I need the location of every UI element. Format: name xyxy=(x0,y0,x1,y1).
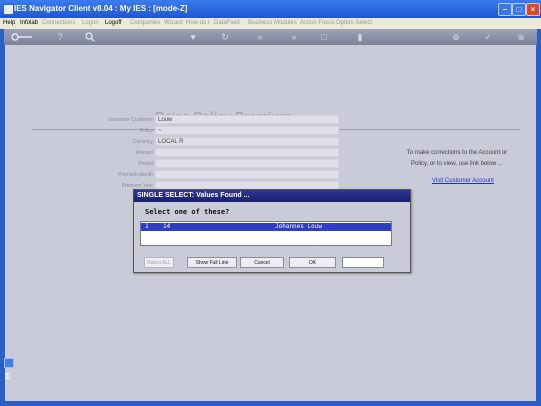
period-field[interactable] xyxy=(155,159,339,168)
side-icons: E xyxy=(4,358,14,382)
policy-field[interactable]: ~ xyxy=(155,126,339,135)
maximize-icon[interactable]: □ xyxy=(512,3,526,16)
field-label-amount: Amount xyxy=(135,150,153,156)
toolbar: ? ♥ ↻ « » □ ▮ ⊕ ✓ ⊗ xyxy=(4,29,537,45)
list-item-name: Johannes Louw xyxy=(275,223,322,230)
note-line-2: Policy, or to view, use link below ... xyxy=(411,161,503,167)
menu-how-do-i[interactable]: How do I xyxy=(186,18,210,29)
cancel-button[interactable]: Cancel xyxy=(240,257,284,268)
heart-icon[interactable]: ♥ xyxy=(187,31,199,43)
close-icon[interactable]: ⊗ xyxy=(515,31,527,43)
window-title: IES Navigator Client v8.04 : My IES : [m… xyxy=(14,4,188,13)
menu-bar: Help Infolab Connections Logon Logoff Co… xyxy=(0,18,541,29)
single-select-dialog: SINGLE SELECT: Values Found ... Select o… xyxy=(133,189,411,273)
list-item[interactable]: 1 14 Johannes Louw xyxy=(141,223,391,231)
menu-companies[interactable]: Companies xyxy=(130,18,160,29)
dialog-prompt: Select one of these? xyxy=(145,208,230,216)
options-icon[interactable]: ▮ xyxy=(354,31,366,43)
amount-field[interactable] xyxy=(155,148,339,157)
app-icon xyxy=(3,4,14,15)
back-icon[interactable]: « xyxy=(254,31,266,43)
check-icon[interactable]: ✓ xyxy=(482,31,494,43)
visit-customer-account-link[interactable]: Visit Customer Account xyxy=(432,178,494,184)
search-icon[interactable] xyxy=(84,31,96,43)
select-all-button[interactable]: Select ALL xyxy=(144,257,174,268)
insurance-customer-field[interactable]: Louw xyxy=(155,115,339,124)
field-label-premium-month: Premium Month xyxy=(117,172,153,178)
field-label-period: Period xyxy=(138,161,153,167)
close-icon[interactable]: × xyxy=(526,3,540,16)
help-icon[interactable]: ? xyxy=(54,31,66,43)
menu-logon[interactable]: Logon xyxy=(82,18,99,29)
side-panel-icon[interactable] xyxy=(4,358,14,368)
field-label-policy: Policy xyxy=(139,128,153,134)
menu-business-modules[interactable]: Business Modules xyxy=(248,18,297,29)
menu-option-select[interactable]: Option Select xyxy=(336,18,372,29)
refresh-icon[interactable]: ↻ xyxy=(219,31,231,43)
title-bar: IES Navigator Client v8.04 : My IES : [m… xyxy=(0,0,541,18)
premium-month-field[interactable] xyxy=(155,170,339,179)
dialog-title: SINGLE SELECT: Values Found ... xyxy=(134,190,410,202)
menu-action-focus[interactable]: Action Focus xyxy=(300,18,335,29)
app-window: IES Navigator Client v8.04 : My IES : [m… xyxy=(0,0,541,406)
list-item-index: 1 xyxy=(145,223,149,230)
list-item-code: 14 xyxy=(163,223,171,230)
field-label-currency: Currency xyxy=(132,139,153,145)
dialog-input[interactable] xyxy=(342,257,384,268)
ok-button[interactable]: OK xyxy=(289,257,336,268)
currency-field[interactable]: LOCAL R xyxy=(155,137,339,146)
document-icon[interactable]: □ xyxy=(318,31,330,43)
minimize-icon[interactable]: – xyxy=(498,3,512,16)
forward-icon[interactable]: » xyxy=(288,31,300,43)
menu-infolab[interactable]: Infolab xyxy=(20,18,38,29)
menu-help[interactable]: Help xyxy=(3,18,15,29)
menu-datafield[interactable]: DataField xyxy=(214,18,240,29)
menu-logoff[interactable]: Logoff xyxy=(105,18,122,29)
info-icon[interactable]: E xyxy=(4,372,12,382)
note-line-1: To make corrections to the Account or xyxy=(406,150,508,156)
menu-connections[interactable]: Connections xyxy=(42,18,75,29)
show-full-line-button[interactable]: Show Full Line xyxy=(187,257,237,268)
key-icon[interactable] xyxy=(10,31,34,43)
menu-wizard[interactable]: Wizard xyxy=(164,18,183,29)
add-icon[interactable]: ⊕ xyxy=(450,31,462,43)
field-label-insurance-customer: Insurance Customer xyxy=(107,117,153,123)
values-list[interactable]: 1 14 Johannes Louw xyxy=(140,221,392,246)
